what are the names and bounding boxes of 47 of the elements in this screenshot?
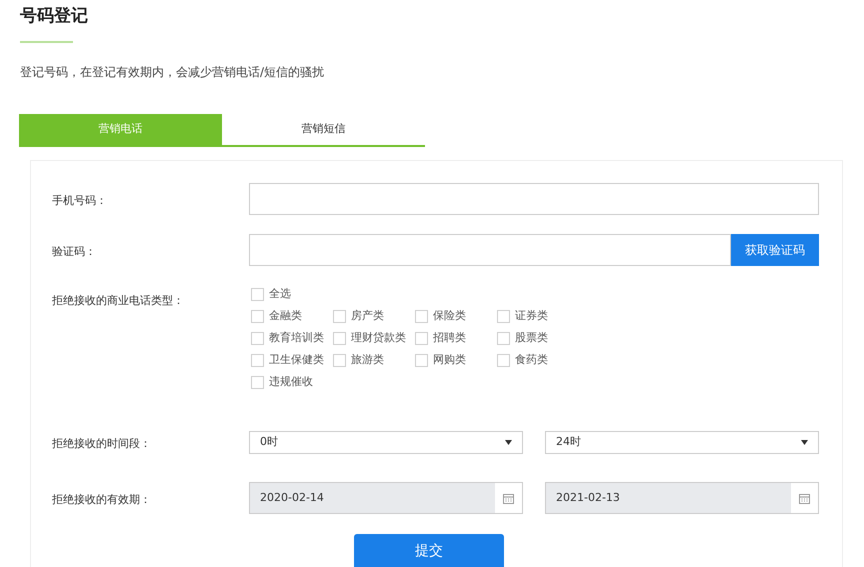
checkbox-label: 房产类 [351,308,384,324]
calendar-icon [503,492,514,504]
field-label: 手机号码： [52,194,107,207]
checkbox-label: 卫生保健类 [269,352,324,368]
description: 登记号码，在登记有效期内，会减少营销电话/短信的骚扰 [20,64,326,81]
checkbox-label: 保险类 [433,308,466,324]
checkbox[interactable] [251,376,264,388]
date-field[interactable]: 2021-02-13 [545,482,819,514]
field-label: 拒绝接收的有效期： [52,493,151,506]
get-code-button[interactable]: 获取验证码 [731,234,819,266]
submit-button[interactable]: 提交 [354,534,504,567]
field-label: 拒绝接收的商业电话类型： [52,294,184,307]
checkbox[interactable] [497,310,510,322]
checkbox-label: 全选 [269,286,291,302]
select-field[interactable]: 0时 [249,430,523,454]
checkbox[interactable] [497,332,510,344]
checkbox-label: 证券类 [515,308,548,324]
checkbox[interactable] [251,332,264,344]
checkbox[interactable] [333,354,346,366]
checkbox-label: 旅游类 [351,352,384,368]
checkbox-label: 网购类 [433,352,466,368]
select-field[interactable]: 24时 [545,430,819,454]
checkbox-label: 教育培训类 [269,330,324,346]
checkbox[interactable] [333,310,346,322]
checkbox-label: 招聘类 [433,330,466,346]
page-title: 号码登记 [20,5,89,26]
date-field[interactable]: 2020-02-14 [249,482,523,514]
checkbox[interactable] [415,354,428,366]
phone-input[interactable] [249,183,819,215]
field-label: 拒绝接收的时间段： [52,437,151,450]
dropdown-caret-icon [505,440,512,444]
checkbox-label: 违规催收 [269,374,313,390]
checkbox-label: 食药类 [515,352,548,368]
checkbox-label: 理财贷款类 [351,330,406,346]
checkbox[interactable] [251,288,264,300]
checkbox[interactable] [333,332,346,344]
checkbox[interactable] [251,310,264,322]
checkbox[interactable] [497,354,510,366]
checkbox[interactable] [415,332,428,344]
checkbox-label: 金融类 [269,308,302,324]
checkbox[interactable] [251,354,264,366]
field-label: 验证码： [52,245,96,258]
checkbox[interactable] [415,310,428,322]
checkbox-label: 股票类 [515,330,548,346]
code-input[interactable] [249,234,731,266]
calendar-icon [799,492,810,504]
dropdown-caret-icon [801,440,808,444]
